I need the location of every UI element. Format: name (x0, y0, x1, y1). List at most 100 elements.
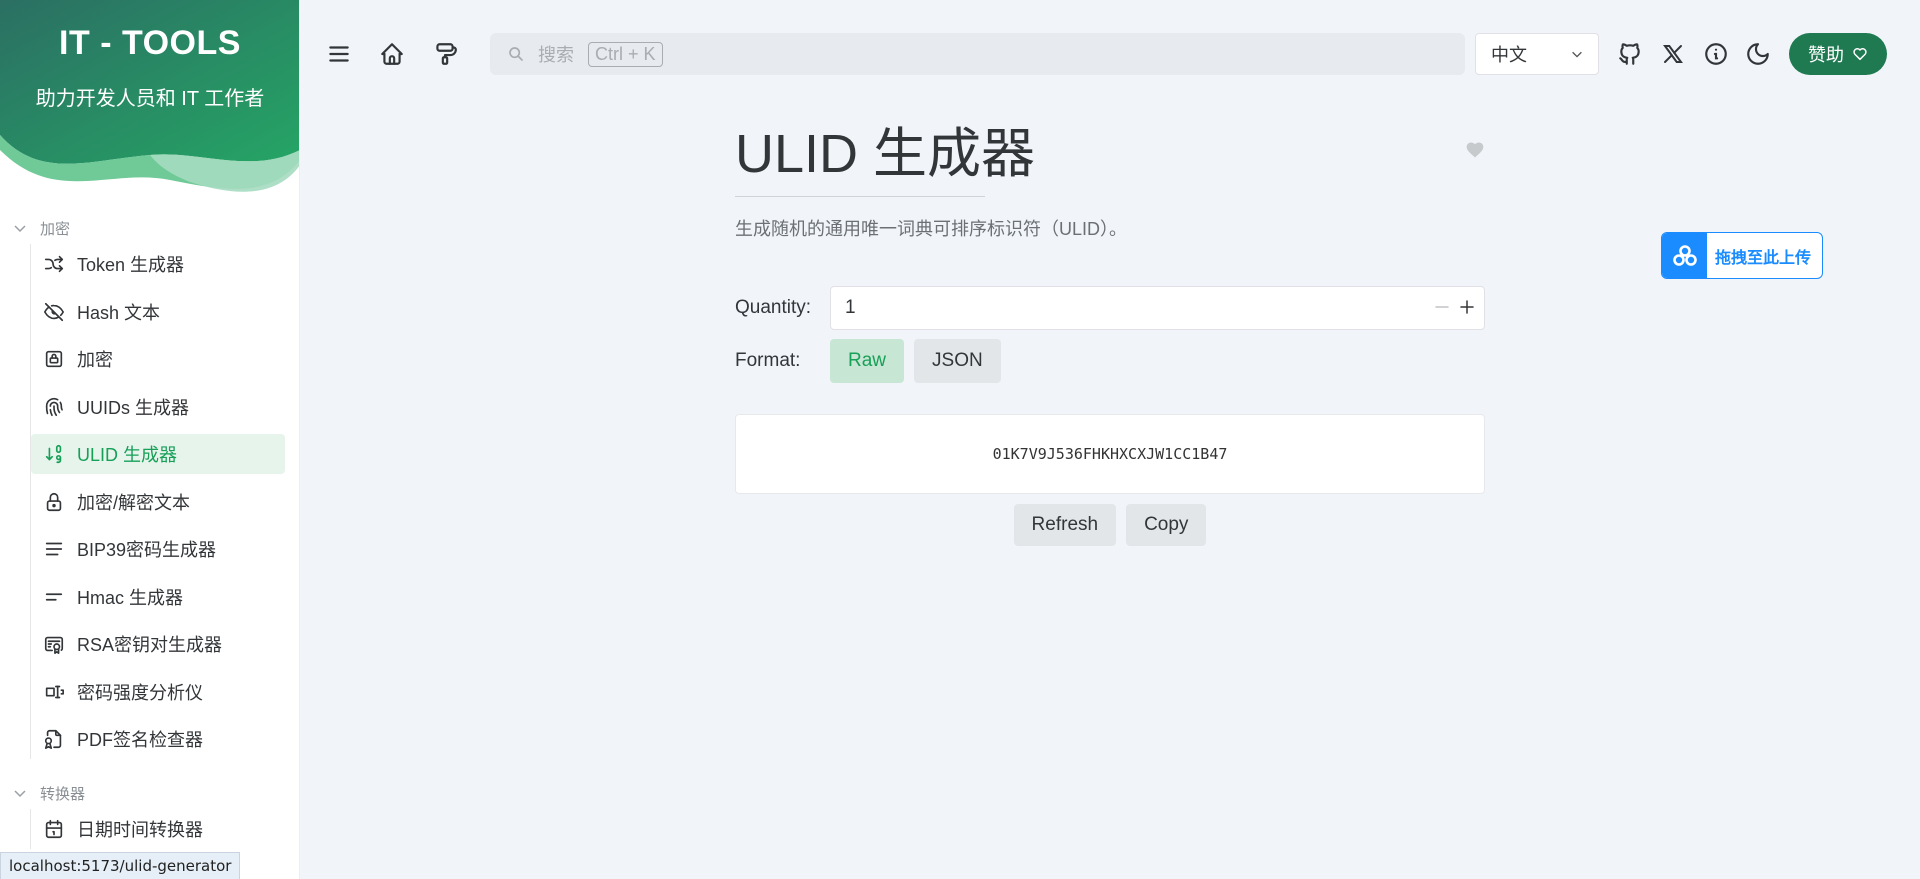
page-title: ULID 生成器 (735, 124, 1036, 184)
search-placeholder: 搜索 (538, 45, 574, 65)
eye-off-icon (43, 301, 65, 323)
certificate-icon (43, 633, 65, 655)
chevron-down-icon (1572, 51, 1582, 58)
sidebar-item-label: 加密 (77, 350, 113, 370)
sidebar-item-token-generator[interactable]: Token 生成器 (31, 244, 285, 284)
heart-icon (1853, 48, 1867, 61)
password-icon (43, 681, 65, 703)
tool-description: 生成随机的通用唯一词典可排序标识符（ULID）。 (735, 219, 1128, 239)
sidebar-item-bip39-generator[interactable]: BIP39密码生成器 (31, 529, 285, 569)
app-root: IT - TOOLS 助力开发人员和 IT 工作者 加密 Token 生成器 H… (0, 0, 1920, 879)
action-buttons: Refresh Copy (735, 504, 1485, 546)
sidebar-item-label: RSA密钥对生成器 (77, 635, 223, 655)
group-header-crypto[interactable]: 加密 (0, 212, 299, 244)
quantity-row: Quantity: 1 (735, 286, 1485, 330)
sidebar-item-rsa-key-pair-generator[interactable]: RSA密钥对生成器 (31, 624, 285, 664)
lock-icon (43, 491, 65, 513)
heart-icon (1466, 142, 1484, 158)
sidebar-menu: 加密 Token 生成器 Hash 文本 加密 UUIDs 生成器 ULID 生… (0, 212, 299, 857)
copy-button[interactable]: Copy (1126, 504, 1207, 546)
sidebar: IT - TOOLS 助力开发人员和 IT 工作者 加密 Token 生成器 H… (0, 0, 300, 879)
sidebar-item-label: Token 生成器 (77, 255, 185, 275)
info-circle-icon (1705, 43, 1727, 65)
sidebar-item-label: 日期时间转换器 (77, 820, 203, 840)
format-raw-button[interactable]: Raw (830, 339, 905, 383)
brush-icon (436, 43, 457, 65)
sidebar-item-uuids-generator[interactable]: UUIDs 生成器 (31, 387, 285, 427)
baidu-cloud-icon (1662, 233, 1707, 278)
tool-panel: ULID 生成器 生成随机的通用唯一词典可排序标识符（ULID）。 Quanti… (735, 118, 1485, 546)
sidebar-item-ulid-generator[interactable]: ULID 生成器 (31, 434, 285, 474)
search-shortcut-badge: Ctrl + K (588, 41, 663, 67)
sidebar-item-label: Hash 文本 (77, 302, 161, 323)
quantity-value[interactable]: 1 (845, 297, 856, 319)
language-selected-value: 中文 (1491, 45, 1527, 65)
title-row: ULID 生成器 (735, 118, 1485, 190)
shuffle-icon (43, 253, 65, 275)
ui-lib-button[interactable] (424, 33, 466, 75)
status-bar-url: localhost:5173/ulid-generator (0, 852, 241, 879)
language-select[interactable]: 中文 (1475, 33, 1599, 75)
theme-toggle-button[interactable] (1737, 33, 1779, 75)
lock-square-icon (43, 348, 65, 370)
sponsor-button[interactable]: 赞助 (1789, 33, 1887, 75)
sidebar-item-label: BIP39密码生成器 (77, 540, 217, 560)
brand-title[interactable]: IT - TOOLS (0, 24, 299, 63)
home-button[interactable] (371, 33, 413, 75)
sidebar-item-hmac-generator[interactable]: Hmac 生成器 (31, 577, 285, 617)
x-brand-icon (1663, 45, 1683, 63)
chevron-down-icon (14, 790, 26, 798)
github-link[interactable] (1609, 33, 1651, 75)
refresh-button[interactable]: Refresh (1013, 504, 1117, 546)
about-button[interactable] (1695, 33, 1737, 75)
search-icon (509, 47, 523, 61)
decrement-button[interactable] (1433, 298, 1451, 322)
github-icon (1619, 43, 1640, 65)
quantity-label: Quantity: (735, 297, 812, 318)
ulid-form: Quantity: 1 Format: Raw JSON (735, 286, 1485, 383)
home-icon (381, 43, 403, 65)
sidebar-item-encrypt[interactable]: 加密 (31, 339, 285, 379)
group-label: 加密 (40, 220, 71, 238)
brand-subtitle: 助力开发人员和 IT 工作者 (35, 88, 265, 110)
sidebar-hero: IT - TOOLS 助力开发人员和 IT 工作者 (0, 0, 299, 200)
file-certificate-icon (43, 728, 65, 750)
sidebar-item-label: 密码强度分析仪 (77, 682, 203, 703)
minus-icon (1435, 306, 1449, 308)
sidebar-item-encrypt-decrypt-text[interactable]: 加密/解密文本 (31, 482, 285, 522)
sidebar-item-pdf-signature-checker[interactable]: PDF签名检查器 (31, 719, 285, 759)
format-json-button[interactable]: JSON (914, 339, 1001, 383)
calendar-icon (43, 818, 65, 840)
title-divider (735, 196, 985, 197)
sidebar-item-date-time-converter[interactable]: 日期时间转换器 (31, 809, 285, 849)
sidebar-item-hash-text[interactable]: Hash 文本 (31, 292, 285, 332)
twitter-x-link[interactable] (1652, 33, 1694, 75)
search-bar[interactable]: 搜索 Ctrl + K (490, 33, 1465, 75)
favorite-button[interactable] (1465, 140, 1485, 165)
group-items-crypto: Token 生成器 Hash 文本 加密 UUIDs 生成器 ULID 生成器 (30, 244, 299, 759)
sidebar-item-label: UUIDs 生成器 (77, 397, 189, 418)
align-justified-icon (43, 538, 65, 560)
ulid-output[interactable]: 01K7V9J536FHKHXCXJW1CC1B47 (735, 414, 1485, 494)
moon-icon (1747, 43, 1769, 65)
sidebar-item-label: ULID 生成器 (77, 445, 178, 465)
menu-toggle-button[interactable] (318, 33, 360, 75)
drag-upload-widget[interactable]: 拖拽至此上传 (1661, 232, 1823, 279)
quantity-stepper[interactable]: 1 (830, 286, 1485, 330)
plus-icon (1460, 300, 1474, 314)
increment-button[interactable] (1458, 298, 1476, 322)
format-label: Format: (735, 350, 801, 371)
chevron-down-icon (14, 225, 26, 233)
group-label: 转换器 (40, 785, 86, 803)
short-text-icon (43, 586, 65, 608)
group-header-converter[interactable]: 转换器 (0, 777, 299, 809)
menu-icon (329, 46, 349, 62)
sidebar-item-password-strength-analyser[interactable]: 密码强度分析仪 (31, 672, 285, 712)
top-bar: 搜索 Ctrl + K 中文 赞助 (300, 33, 1920, 75)
sponsor-label: 赞助 (1808, 45, 1844, 65)
upload-label: 拖拽至此上传 (1715, 249, 1812, 267)
fingerprint-icon (43, 396, 65, 418)
group-items-converter: 日期时间转换器 (30, 809, 299, 849)
format-row: Format: Raw JSON (735, 339, 1485, 383)
sidebar-item-label: 加密/解密文本 (77, 492, 191, 513)
